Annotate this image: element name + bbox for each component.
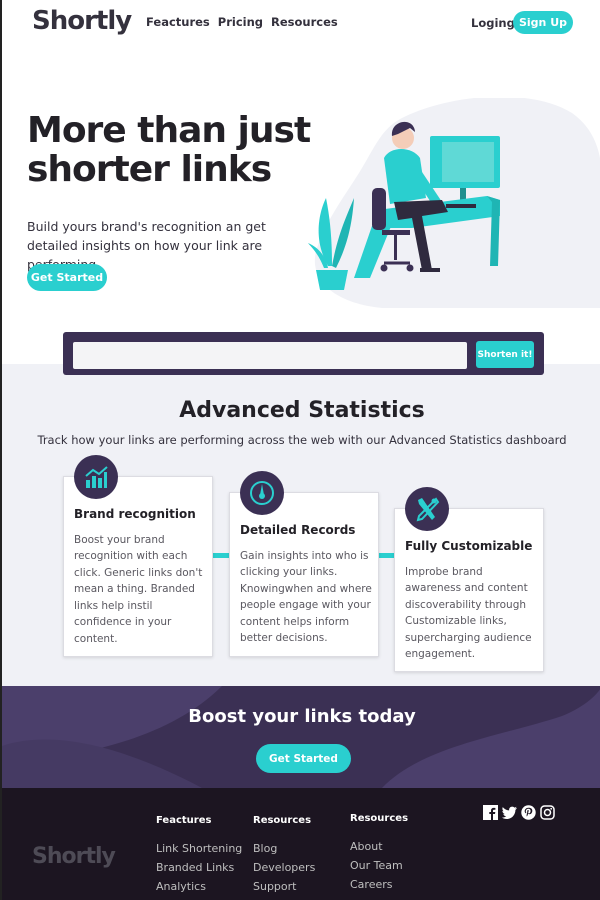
twitter-icon[interactable] (502, 805, 517, 820)
facebook-icon[interactable] (483, 805, 498, 820)
footer-link[interactable]: Link Shortening (156, 842, 242, 855)
footer-link[interactable]: Blog (253, 842, 315, 855)
footer-column-title: Resources (253, 815, 312, 826)
nav-links: Feactures Pricing Resources (146, 15, 338, 29)
footer-column-resources: Resources Blog Developers Support (253, 815, 315, 899)
boost-section: Boost your links today Get Started (2, 686, 600, 788)
boost-title: Boost your links today (188, 706, 416, 727)
stats-title: Advanced Statistics (179, 398, 425, 423)
card-body: Gain insights into who is clicking your … (240, 550, 372, 645)
footer-logo[interactable]: Shortly (32, 844, 116, 869)
shorten-url-input[interactable] (73, 342, 467, 369)
card-title: Detailed Records (240, 523, 356, 537)
footer-column-title: Resources (350, 813, 409, 824)
pinterest-icon[interactable] (521, 805, 536, 820)
footer-link[interactable]: Analytics (156, 880, 242, 893)
footer-link[interactable]: Careers (350, 878, 408, 891)
footer-link[interactable]: Developers (253, 861, 315, 874)
shorten-button[interactable]: Shorten it! (476, 341, 534, 368)
card-body: Improbe brand awareness and content disc… (405, 566, 532, 661)
stats-subtitle: Track how your links are performing acro… (37, 433, 567, 447)
card-connector (212, 553, 230, 558)
signup-button[interactable]: Sign Up (513, 11, 573, 34)
tools-icon (405, 487, 449, 531)
nav-link-resources[interactable]: Resources (271, 15, 338, 29)
nav-link-pricing[interactable]: Pricing (218, 15, 263, 29)
chart-icon (74, 455, 118, 499)
footer-column-company: Resources About Our Team Careers (350, 813, 408, 897)
login-link[interactable]: Loging (471, 16, 515, 30)
shorten-form: Shorten it! (63, 332, 544, 375)
hero-illustration (308, 98, 600, 308)
boost-get-started-button[interactable]: Get Started (256, 744, 351, 773)
hero-title: More than just shorter links (27, 110, 311, 190)
feature-card: Brand recognition Boost your brand recog… (63, 455, 213, 657)
feature-card: Detailed Records Gain insights into who … (229, 471, 379, 657)
footer-link[interactable]: Our Team (350, 859, 408, 872)
footer-link[interactable]: About (350, 840, 408, 853)
footer-column-title: Feactures (156, 815, 212, 826)
footer-link[interactable]: Support (253, 880, 315, 893)
feature-card: Fully Customizable Improbe brand awarene… (394, 487, 544, 672)
gauge-icon (240, 471, 284, 515)
footer: Shortly Feactures Link Shortening Brande… (2, 788, 600, 900)
chair (372, 188, 386, 230)
logo[interactable]: Shortly (32, 6, 132, 36)
card-connector (377, 553, 394, 558)
instagram-icon[interactable] (540, 805, 555, 820)
card-title: Brand recognition (74, 507, 196, 521)
hero-get-started-button[interactable]: Get Started (27, 264, 107, 291)
social-links (483, 805, 555, 820)
footer-link[interactable]: Branded Links (156, 861, 242, 874)
card-body: Boost your brand recognition with each c… (74, 534, 203, 645)
top-navbar: Shortly Feactures Pricing Resources Logi… (2, 0, 600, 48)
card-title: Fully Customizable (405, 539, 533, 553)
nav-link-features[interactable]: Feactures (146, 15, 210, 29)
footer-column-features: Feactures Link Shortening Branded Links … (156, 815, 242, 899)
